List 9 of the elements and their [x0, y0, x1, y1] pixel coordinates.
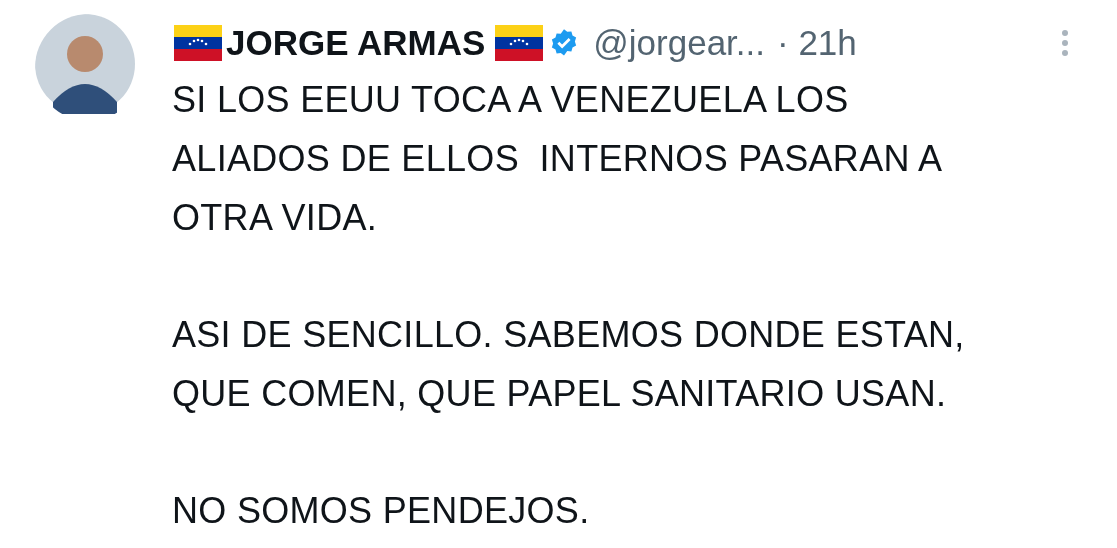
more-icon [1061, 29, 1069, 57]
tweet-paragraph: NO SOMOS PENDEJOS. [172, 489, 591, 533]
flag-icon [172, 25, 224, 61]
author-handle[interactable]: @jorgear... [593, 23, 765, 63]
flag-icon [493, 25, 546, 61]
tweet-paragraph: SI LOS EEUU TOCA A VENEZUELA LOS ALIADOS DE ELLOS INTERNOS PASARAN A OTRA VIDA. [172, 78, 944, 240]
author-name[interactable]: JORGE ARMAS [226, 23, 486, 63]
tweet-paragraph: ASI DE SENCILLO. SABEMOS DONDE ESTAN, QUE COMEN, QUE PAPEL SANITARIO USAN. [172, 313, 966, 416]
timestamp[interactable]: · 21h [777, 23, 857, 63]
